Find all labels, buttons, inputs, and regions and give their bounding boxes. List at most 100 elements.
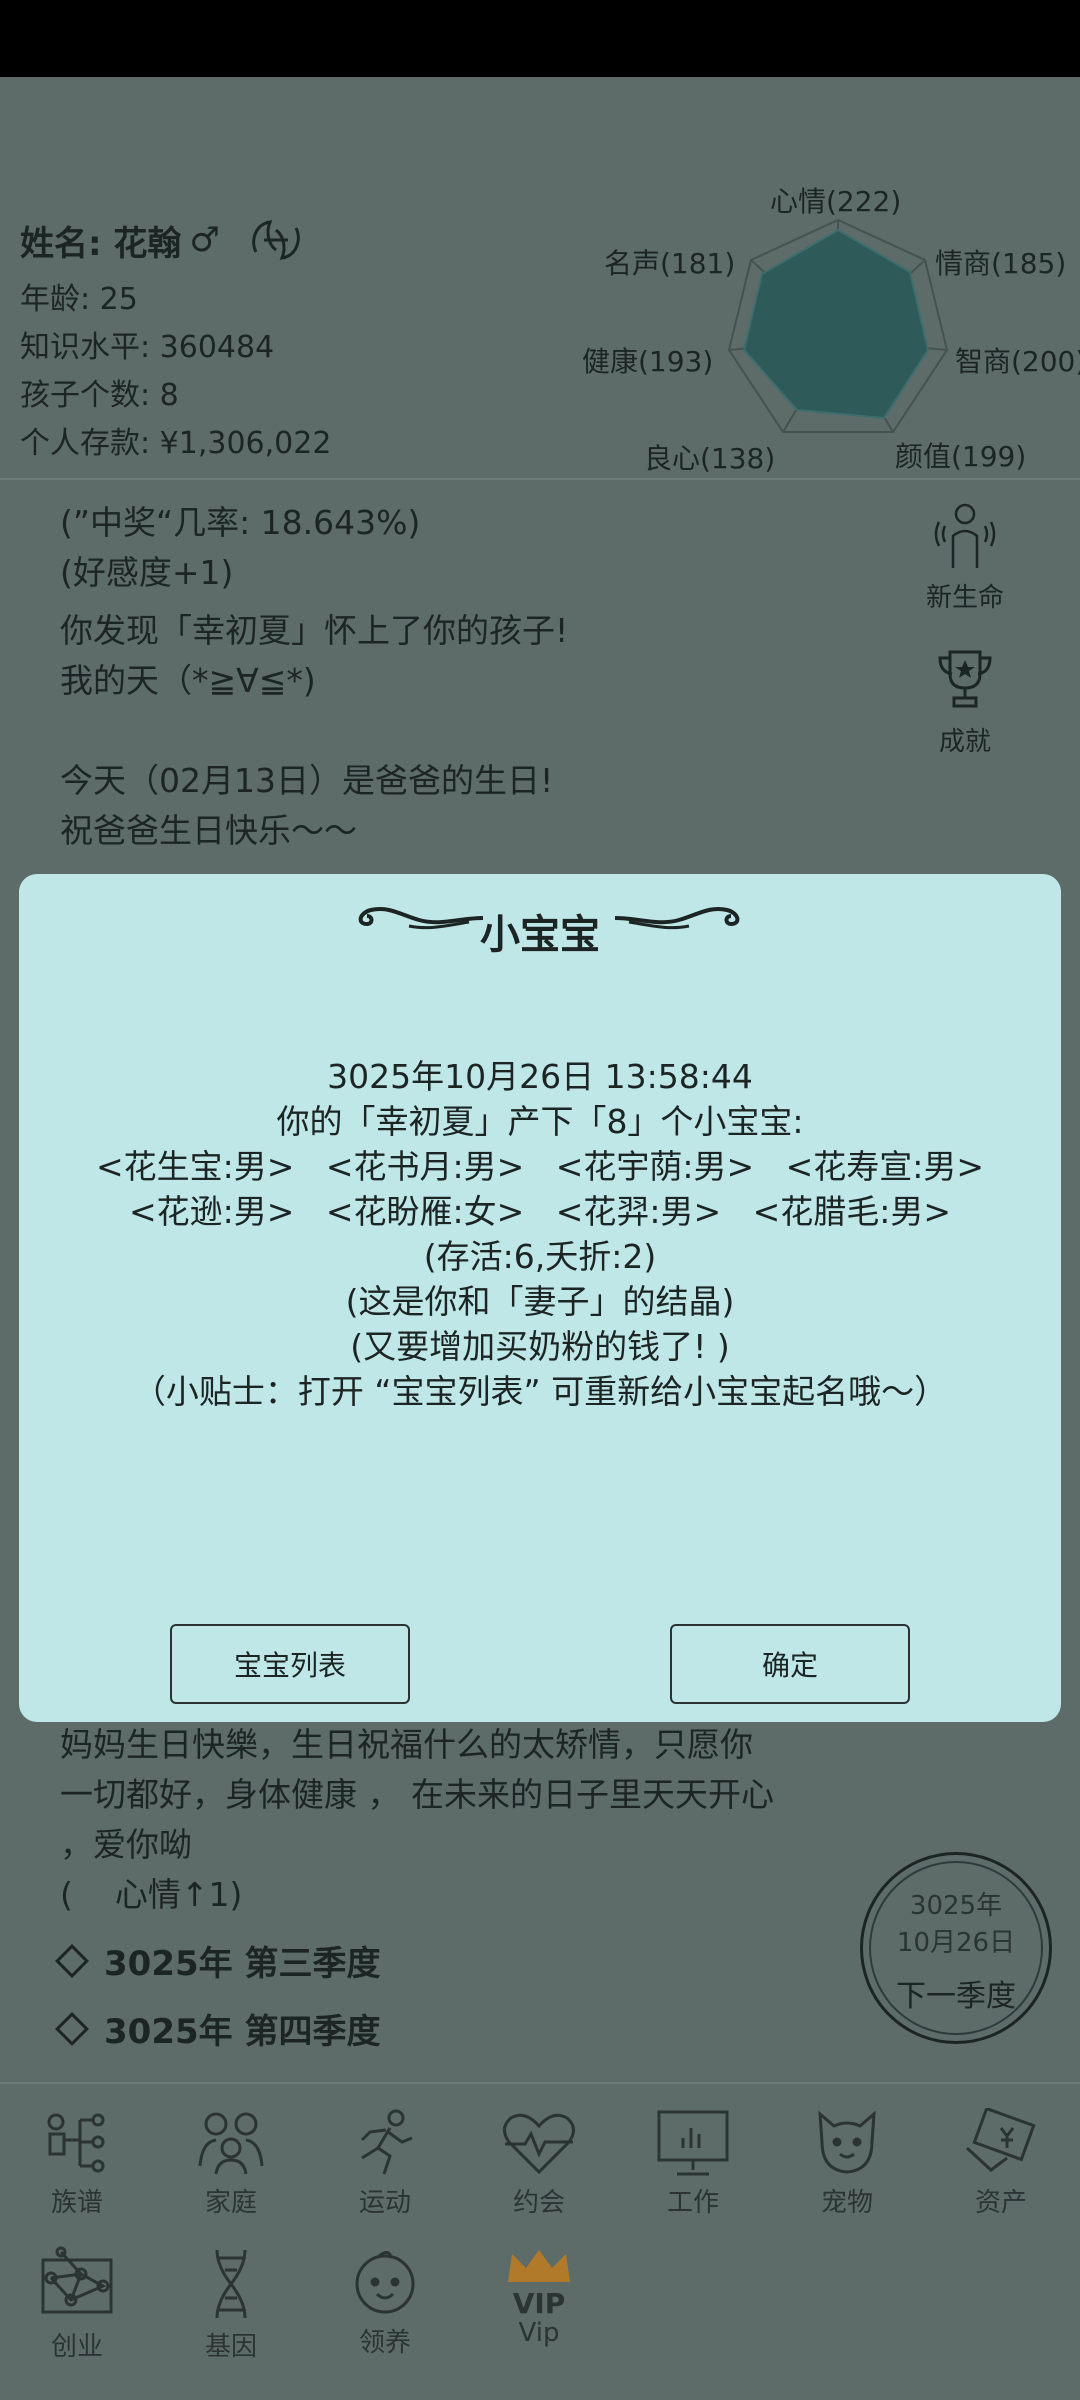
- dialog-line: 你的「幸初夏」产下「8」个小宝宝:: [276, 1102, 804, 1141]
- profile-panel: 姓名: 花翰 ♂ 年龄: 25 知识水平: 360484 孩子个数: 8 个人存…: [20, 210, 331, 468]
- nav-label: 创业: [50, 2332, 103, 2362]
- divider: [0, 478, 1080, 480]
- nav-label: 宠物: [820, 2188, 873, 2218]
- dialog-title: 小宝宝: [480, 912, 600, 958]
- attribute-radar: 心情(222) 情商(185) 智商(200) 颜值(199) 良心(138) …: [580, 170, 1080, 480]
- ornament-right-icon: [614, 907, 740, 930]
- diamond-icon: [55, 1943, 89, 1978]
- crown-icon: [508, 2250, 570, 2282]
- badge-year: 3025年: [909, 1891, 1003, 1921]
- log-line: 一切都好，身体健康 ， 在未来的日子里天天开心: [60, 1775, 774, 1814]
- radar-label-conscience: 良心(138): [644, 442, 776, 475]
- profile-children: 孩子个数: 8: [20, 378, 179, 413]
- network-icon: [41, 2246, 113, 2314]
- log-line: (”中奖“几率: 18.643%): [60, 503, 421, 542]
- radar-label-mood: 心情(222): [770, 185, 902, 218]
- pet-icon: [818, 2110, 876, 2174]
- baby-dialog: 小宝宝 3025年10月26日 13:58:44 你的「幸初夏」产下「8」个小宝…: [19, 874, 1061, 1722]
- profile-knowledge: 知识水平: 360484: [20, 330, 275, 365]
- nav-label: Vip: [518, 2318, 560, 2348]
- event-log-top: (”中奖“几率: 18.643%) (好感度+1) 你发现「幸初夏」怀上了你的孩…: [60, 498, 568, 856]
- trophy-icon: [938, 650, 992, 708]
- next-season-button[interactable]: 3025年 10月26日 下一季度: [860, 1852, 1052, 2044]
- season-header-q4[interactable]: 3025年 第四季度: [55, 2004, 381, 2053]
- confirm-button[interactable]: 确定: [670, 1624, 910, 1704]
- season-label: 3025年 第四季度: [104, 2012, 381, 2052]
- radar-label-iq: 智商(200): [955, 345, 1080, 378]
- dialog-tip: （小贴士：打开 “宝宝列表” 可重新给小宝宝起名哦～）: [132, 1372, 948, 1411]
- nav-label: 基因: [204, 2332, 257, 2362]
- badge-action: 下一季度: [896, 1979, 1016, 2014]
- family-tree-icon: [47, 2113, 105, 2173]
- nav-startup[interactable]: 创业: [0, 2246, 154, 2363]
- dialog-line: <花生宝:男> <花书月:男> <花宇荫:男> <花寿宣:男>: [95, 1147, 985, 1186]
- event-log-bottom: 妈妈生日快樂，生日祝福什么的太矫情，只愿你 一切都好，身体健康 ， 在未来的日子…: [60, 1720, 880, 1920]
- status-bar: [0, 0, 1080, 77]
- achievement-label: 成就: [938, 727, 991, 757]
- log-line: 我的天（*≧∀≦*): [60, 661, 316, 700]
- nav-pets[interactable]: 宠物: [770, 2108, 924, 2219]
- season-header-q3[interactable]: 3025年 第三季度: [55, 1936, 381, 1985]
- baby-face-icon: [355, 2251, 415, 2314]
- side-actions: 新生命 成就: [915, 500, 1015, 788]
- bottom-nav-row-2: 创业 基因 领养 VIP Vip: [0, 2246, 1080, 2363]
- nav-label: 家庭: [204, 2188, 257, 2218]
- family-icon: [198, 2112, 264, 2175]
- nav-family-tree[interactable]: 族谱: [0, 2108, 154, 2219]
- profile-age: 年龄: 25: [20, 282, 138, 317]
- radar-label-looks: 颜值(199): [895, 440, 1027, 473]
- log-line: ，爱你呦: [60, 1825, 192, 1864]
- radar-label-fame: 名声(181): [604, 247, 736, 280]
- money-icon: [965, 2108, 1036, 2172]
- nav-exercise[interactable]: 运动: [308, 2108, 462, 2219]
- log-line: ( 心情↑1): [60, 1875, 243, 1914]
- bottom-nav-row-1: 族谱 家庭 运动 约会 工作 宠物 资产: [0, 2108, 1080, 2219]
- monitor-chart-icon: [657, 2110, 729, 2176]
- radar-label-eq: 情商(185): [935, 247, 1067, 280]
- log-line: [60, 706, 568, 756]
- nav-adopt[interactable]: 领养: [308, 2246, 462, 2363]
- dialog-line-datetime: 3025年10月26日 13:58:44: [327, 1057, 753, 1096]
- baby-list-button[interactable]: 宝宝列表: [170, 1624, 410, 1704]
- log-line: (好感度+1): [60, 553, 234, 592]
- nav-label: 资产: [974, 2188, 1027, 2218]
- dialog-line: (又要增加买奶粉的钱了! ): [350, 1327, 730, 1366]
- nav-label: 运动: [358, 2188, 411, 2218]
- pisces-icon: [252, 220, 300, 260]
- person-waves-icon: [934, 503, 996, 568]
- radar-label-health: 健康(193): [582, 345, 714, 378]
- log-line: 祝爸爸生日快乐～～: [60, 811, 357, 850]
- new-life-label: 新生命: [925, 583, 1004, 613]
- nav-label: 族谱: [50, 2188, 103, 2218]
- log-line: 今天（02月13日）是爸爸的生日!: [60, 761, 554, 800]
- gender-icon: ♂: [189, 220, 220, 260]
- nav-label: 工作: [666, 2188, 719, 2218]
- nav-assets[interactable]: 资产: [924, 2108, 1078, 2219]
- nav-label: 约会: [512, 2188, 565, 2218]
- dialog-line: (这是你和「妻子」的结晶): [345, 1282, 735, 1321]
- diamond-icon: [55, 2011, 89, 2046]
- profile-name-row: 姓名: 花翰 ♂: [20, 210, 331, 270]
- running-icon: [360, 2109, 413, 2175]
- log-line: 你发现「幸初夏」怀上了你的孩子!: [60, 611, 569, 650]
- nav-label: 领养: [358, 2328, 411, 2358]
- log-line: 妈妈生日快樂，生日祝福什么的太矫情，只愿你: [60, 1725, 753, 1764]
- dna-icon: [215, 2249, 247, 2319]
- nav-family[interactable]: 家庭: [154, 2108, 308, 2219]
- badge-date: 10月26日: [896, 1928, 1016, 1958]
- radar-area: [742, 228, 930, 420]
- dialog-line: (存活:6,夭折:2): [423, 1237, 657, 1276]
- achievement-button[interactable]: 成就: [915, 644, 1015, 758]
- dialog-line: <花逊:男> <花盼雁:女> <花羿:男> <花腊毛:男>: [128, 1192, 952, 1231]
- heart-pulse-icon: [503, 2113, 575, 2175]
- nav-vip[interactable]: VIP Vip: [462, 2246, 616, 2363]
- vip-badge-text: VIP: [512, 2287, 566, 2320]
- nav-work[interactable]: 工作: [616, 2108, 770, 2219]
- nav-dating[interactable]: 约会: [462, 2108, 616, 2219]
- nav-genes[interactable]: 基因: [154, 2246, 308, 2363]
- dialog-body: 3025年10月26日 13:58:44 你的「幸初夏」产下「8」个小宝宝: <…: [19, 1054, 1061, 1414]
- divider: [0, 2082, 1080, 2084]
- profile-savings: 个人存款: ¥1,306,022: [20, 426, 332, 461]
- new-life-button[interactable]: 新生命: [915, 500, 1015, 614]
- season-label: 3025年 第三季度: [104, 1944, 381, 1984]
